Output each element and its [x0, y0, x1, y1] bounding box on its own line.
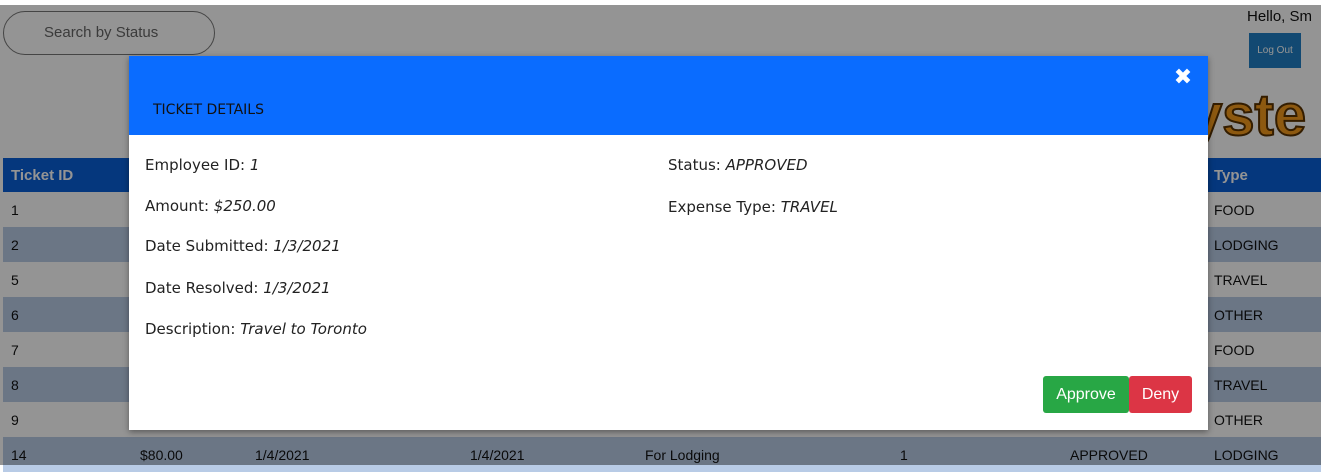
page: Search by Status Hello, Sm Log Out yste … — [0, 0, 1321, 472]
status-value: APPROVED — [725, 156, 808, 174]
ticket-details-modal: TICKET DETAILS ✖ Employee ID: 1 Amount: … — [129, 56, 1208, 430]
description-label: Description: — [145, 320, 241, 338]
status-label: Status: — [668, 156, 726, 174]
employee-id-value: 1 — [249, 156, 260, 174]
amount-field: Amount: $250.00 — [145, 197, 276, 215]
deny-button[interactable]: Deny — [1129, 376, 1192, 413]
date-resolved-label: Date Resolved: — [145, 279, 264, 297]
status-field: Status: APPROVED — [668, 156, 808, 174]
modal-header: TICKET DETAILS ✖ — [129, 56, 1208, 135]
expense-type-label: Expense Type: — [668, 198, 781, 216]
date-submitted-field: Date Submitted: 1/3/2021 — [145, 237, 341, 255]
description-value: Travel to Toronto — [240, 320, 367, 338]
date-resolved-field: Date Resolved: 1/3/2021 — [145, 279, 331, 297]
expense-type-field: Expense Type: TRAVEL — [668, 198, 838, 216]
amount-label: Amount: — [145, 197, 214, 215]
description-field: Description: Travel to Toronto — [145, 320, 367, 338]
date-submitted-value: 1/3/2021 — [273, 237, 341, 255]
employee-id-label: Employee ID: — [145, 156, 250, 174]
approve-button[interactable]: Approve — [1043, 376, 1129, 413]
date-submitted-label: Date Submitted: — [145, 237, 274, 255]
expense-type-value: TRAVEL — [780, 198, 838, 216]
employee-id-field: Employee ID: 1 — [145, 156, 259, 174]
modal-title: TICKET DETAILS — [153, 102, 264, 118]
close-icon[interactable]: ✖ — [1172, 66, 1194, 90]
date-resolved-value: 1/3/2021 — [263, 279, 331, 297]
amount-value: $250.00 — [213, 197, 276, 215]
